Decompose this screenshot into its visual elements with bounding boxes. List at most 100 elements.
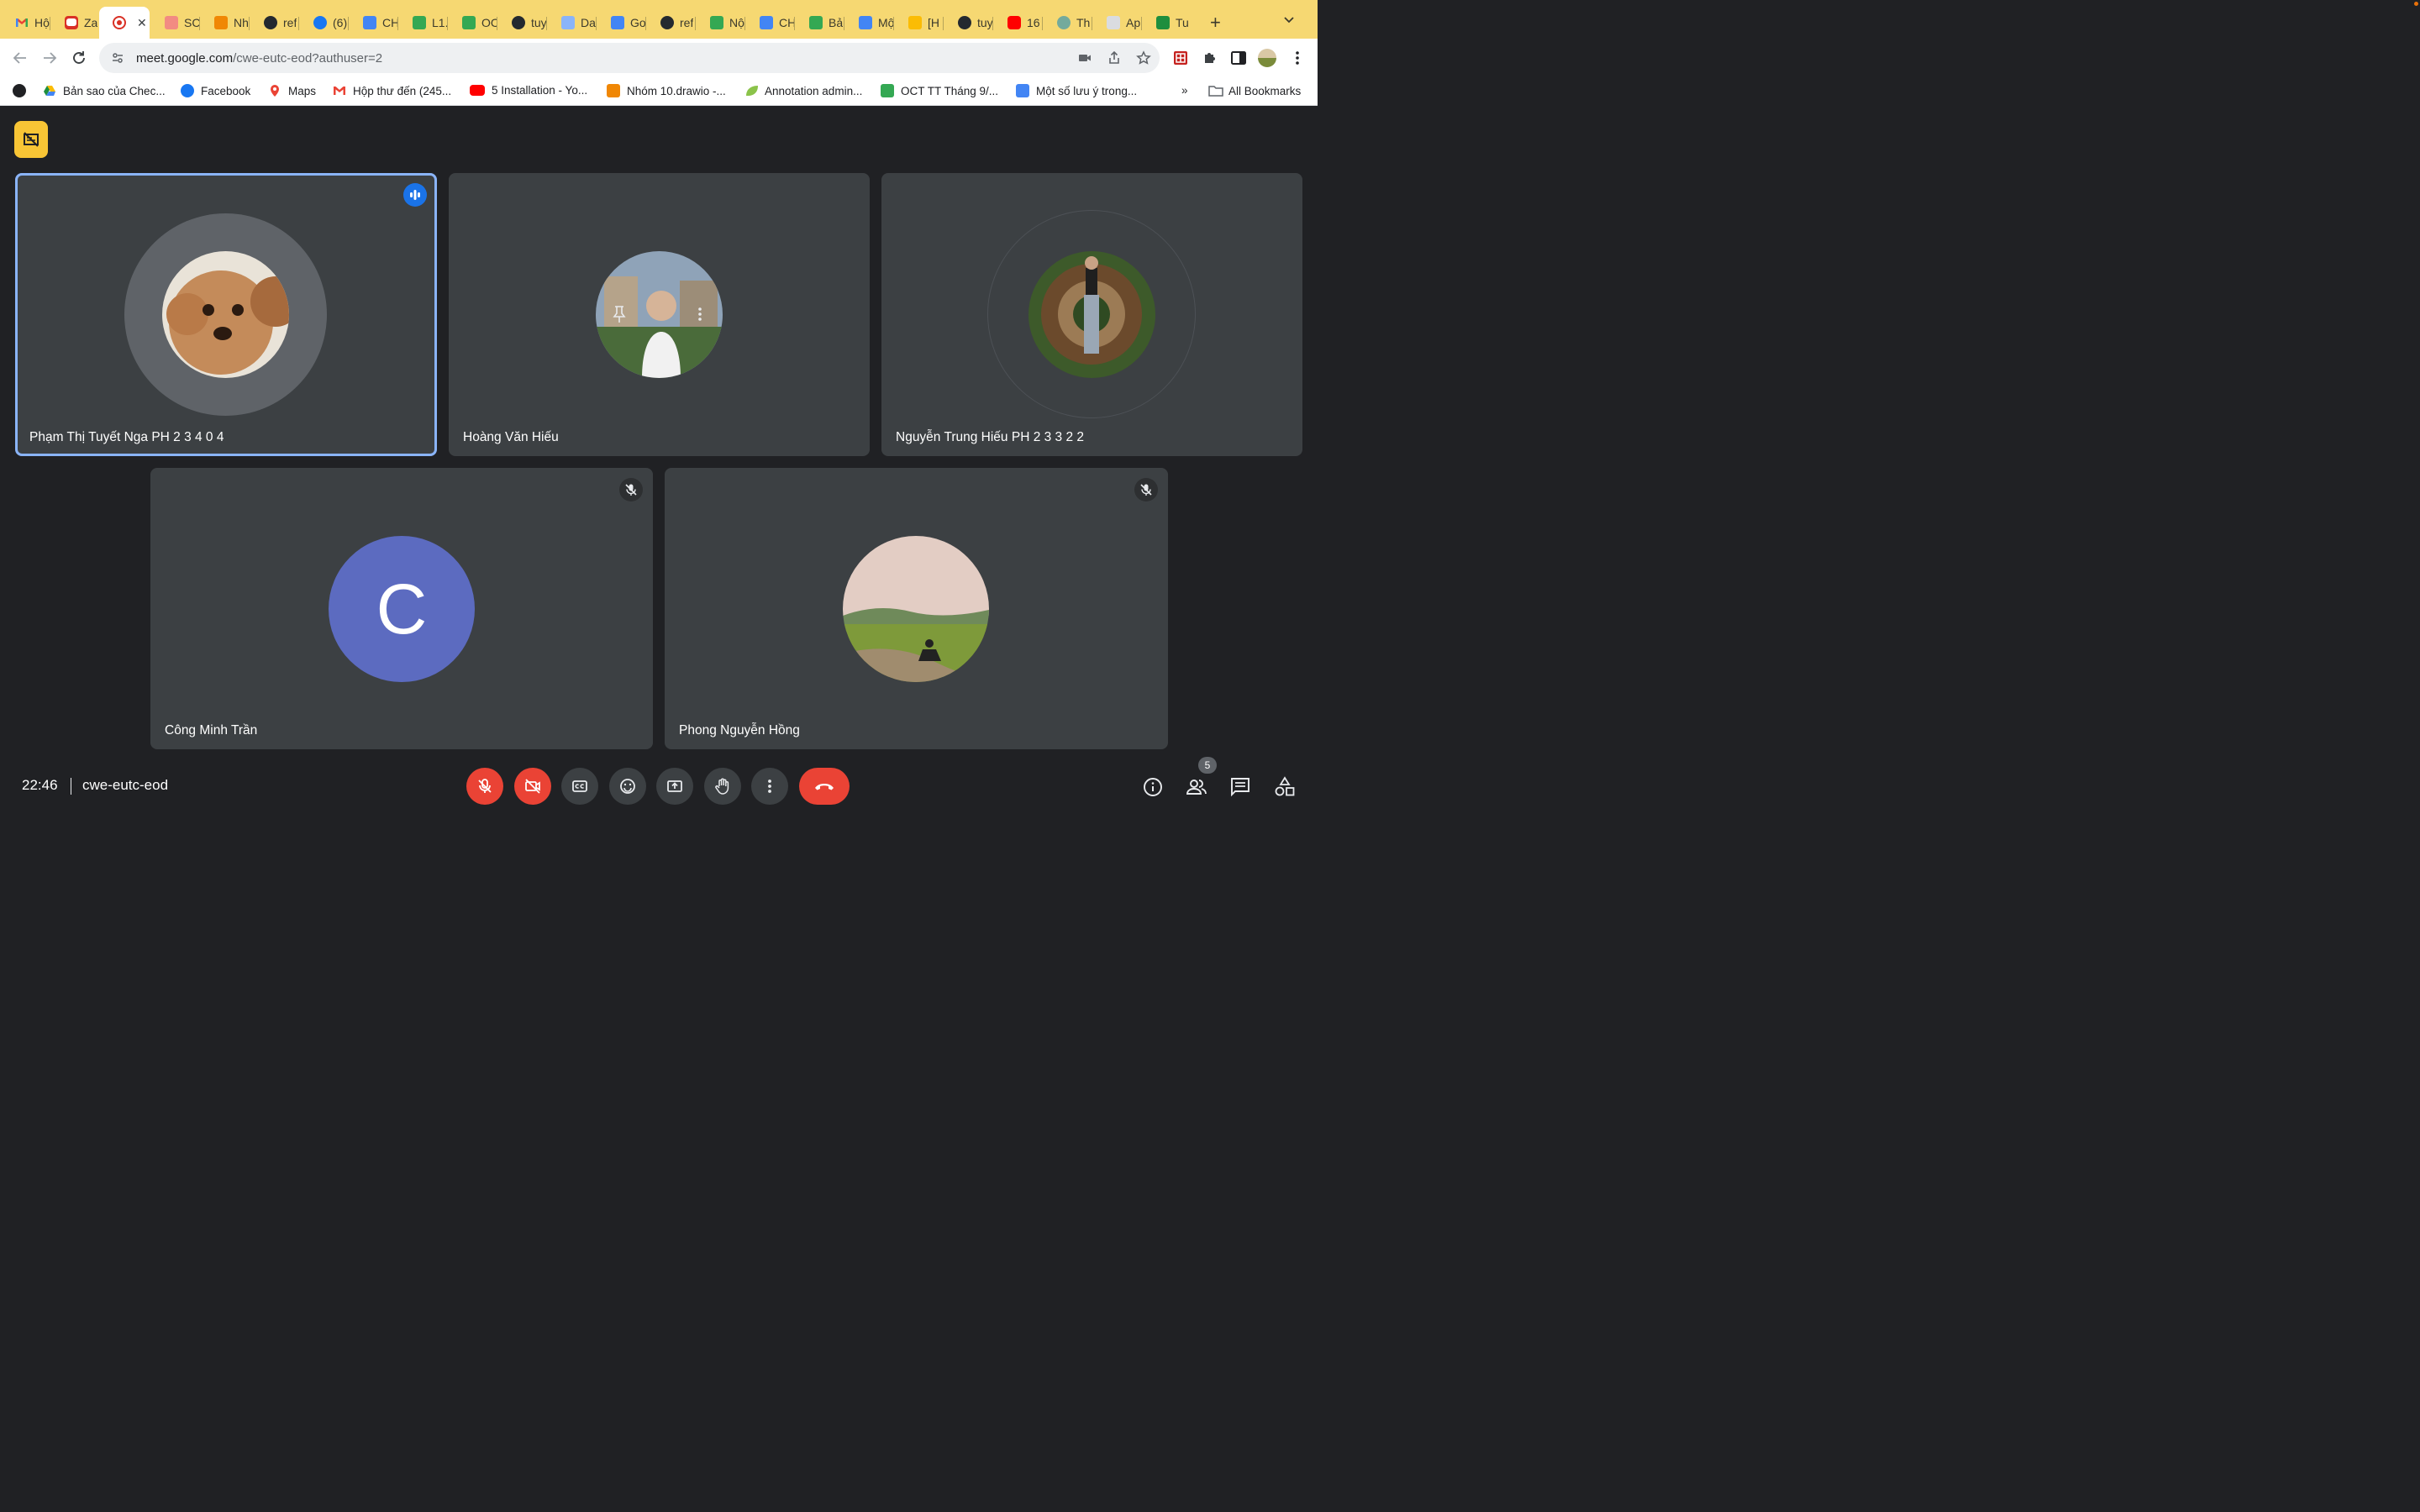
app-icon: [561, 16, 575, 29]
reactions-button[interactable]: [609, 768, 646, 805]
people-icon: [1186, 780, 1207, 795]
more-vert-icon: [768, 780, 771, 793]
bookmarks-overflow-button[interactable]: »: [1181, 84, 1188, 97]
bookmark-drawio[interactable]: Nhóm 10.drawio -...: [607, 84, 726, 97]
tab-github-tuy[interactable]: tuy: [497, 7, 546, 39]
tab-sheets-oc[interactable]: OC: [447, 7, 497, 39]
bookmark-youtube[interactable]: 5 Installation - Yo...: [470, 84, 587, 97]
camera-in-use-icon[interactable]: [1077, 50, 1092, 66]
tab-chatgpt[interactable]: Th: [1042, 7, 1092, 39]
participant-tile[interactable]: Hoàng Văn Hiếu: [449, 173, 870, 456]
activities-button[interactable]: [1274, 776, 1296, 798]
tab-gmail[interactable]: Hộ: [0, 7, 50, 39]
leaf-icon: [744, 84, 758, 97]
tab-sheets-ba[interactable]: Bả: [794, 7, 844, 39]
bookmark-maps[interactable]: Maps: [268, 84, 316, 97]
raise-hand-button[interactable]: [704, 768, 741, 805]
avatar-initial: C: [376, 569, 428, 648]
extension-icon[interactable]: [1171, 49, 1190, 67]
youtube-icon: [1007, 16, 1021, 29]
extensions-puzzle-icon[interactable]: [1201, 49, 1219, 67]
site-info-icon[interactable]: [111, 51, 124, 65]
share-icon[interactable]: [1107, 50, 1122, 66]
captions-button[interactable]: [561, 768, 598, 805]
tab-ap[interactable]: Ap: [1092, 7, 1141, 39]
docs-icon: [859, 16, 872, 29]
tab-sheets-l1[interactable]: L1.: [397, 7, 447, 39]
pin-icon[interactable]: [612, 305, 627, 323]
tab-da[interactable]: Da: [546, 7, 596, 39]
bookmark-docs[interactable]: Một số lưu ý trong...: [1016, 84, 1137, 97]
toggle-camera-button[interactable]: [514, 768, 551, 805]
all-bookmarks-button[interactable]: All Bookmarks: [1208, 84, 1301, 97]
participant-tile[interactable]: Phong Nguyễn Hồng: [665, 468, 1168, 749]
tab-close-icon[interactable]: ✕: [137, 16, 147, 30]
tab-youtube[interactable]: 16: [992, 7, 1042, 39]
forward-arrow-icon[interactable]: [40, 49, 59, 67]
activities-icon: [1275, 776, 1295, 796]
tab-tu[interactable]: Tu: [1141, 7, 1191, 39]
participant-name: Hoàng Văn Hiếu: [463, 430, 559, 444]
hand-icon: [715, 778, 729, 795]
recording-badge[interactable]: [14, 121, 48, 158]
more-vert-icon[interactable]: [1288, 49, 1307, 67]
bookmark-label: Hộp thư đến (245...: [353, 84, 452, 97]
tab-docs-ch[interactable]: CH: [348, 7, 397, 39]
camera-off-icon: [525, 779, 540, 794]
sheets-icon: [710, 16, 723, 29]
url-text[interactable]: meet.google.com/cwe-eutc-eod?authuser=2: [136, 51, 382, 66]
tab-sheets-no[interactable]: Nộ: [695, 7, 744, 39]
app-icon: [1156, 16, 1170, 29]
tab-google-translate[interactable]: Go: [596, 7, 645, 39]
tab-google-meet[interactable]: ✕: [99, 7, 150, 39]
participant-tile[interactable]: Phạm Thị Tuyết Nga PH 2 3 4 0 4: [15, 173, 437, 456]
zalo-icon: [65, 16, 78, 29]
bookmark-gmail[interactable]: Hộp thư đến (245...: [333, 84, 451, 97]
tab-github-ref-2[interactable]: ref: [645, 7, 695, 39]
tile-more-options-icon[interactable]: [692, 305, 708, 323]
tab-drawio[interactable]: Nh: [199, 7, 249, 39]
bookmark-star-icon[interactable]: [1136, 50, 1151, 66]
bookmark-label: 5 Installation - Yo...: [492, 84, 588, 97]
chat-button[interactable]: [1229, 776, 1251, 798]
bookmark-facebook[interactable]: Facebook: [181, 84, 250, 97]
tab-zalo[interactable]: Za: [50, 7, 99, 39]
bookmark-label: Annotation admin...: [765, 84, 863, 97]
participant-name: Phạm Thị Tuyết Nga PH 2 3 4 0 4: [29, 430, 224, 444]
sheets-icon: [413, 16, 426, 29]
toggle-microphone-button[interactable]: [466, 768, 503, 805]
bookmark-label: OCT TT Tháng 9/...: [901, 84, 999, 97]
people-button[interactable]: [1186, 776, 1207, 798]
bookmark-annotation[interactable]: Annotation admin...: [744, 84, 862, 97]
present-screen-button[interactable]: [656, 768, 693, 805]
leave-call-button[interactable]: [799, 768, 850, 805]
tab-docs-ch-2[interactable]: CH: [744, 7, 794, 39]
bookmark-globe[interactable]: [13, 84, 26, 97]
closed-captions-icon: [572, 780, 587, 792]
back-arrow-icon[interactable]: [11, 49, 29, 67]
meeting-details-button[interactable]: [1142, 776, 1164, 798]
tab-docs-mo[interactable]: Mộ: [844, 7, 893, 39]
gmail-icon: [333, 84, 346, 97]
participant-tile[interactable]: C Công Minh Trần: [150, 468, 653, 749]
bookmark-oct[interactable]: OCT TT Tháng 9/...: [881, 84, 998, 97]
address-bar[interactable]: meet.google.com/cwe-eutc-eod?authuser=2: [99, 43, 1160, 73]
tab-github-tuy-2[interactable]: tuy: [943, 7, 992, 39]
new-tab-button[interactable]: +: [1210, 12, 1221, 34]
tab-sc[interactable]: SC: [150, 7, 199, 39]
tab-github-ref[interactable]: ref: [249, 7, 298, 39]
side-panel-icon[interactable]: [1229, 49, 1248, 67]
tab-h[interactable]: [H: [893, 7, 943, 39]
participant-tile[interactable]: Nguyễn Trung Hiếu PH 2 3 3 2 2: [881, 173, 1302, 456]
profile-avatar[interactable]: [1258, 49, 1276, 67]
drive-icon: [43, 84, 56, 97]
sheets-icon: [881, 84, 894, 97]
tab-facebook[interactable]: (6): [298, 7, 348, 39]
bookmarks-bar: Bản sao của Chec... Facebook Maps Hộp th…: [0, 77, 1318, 106]
more-options-button[interactable]: [751, 768, 788, 805]
reload-icon[interactable]: [70, 49, 88, 67]
tab-search-chevron-icon[interactable]: [1283, 13, 1295, 25]
github-icon: [512, 16, 525, 29]
bookmark-checklist[interactable]: Bản sao của Chec...: [43, 84, 166, 97]
mic-off-icon: [619, 478, 643, 501]
